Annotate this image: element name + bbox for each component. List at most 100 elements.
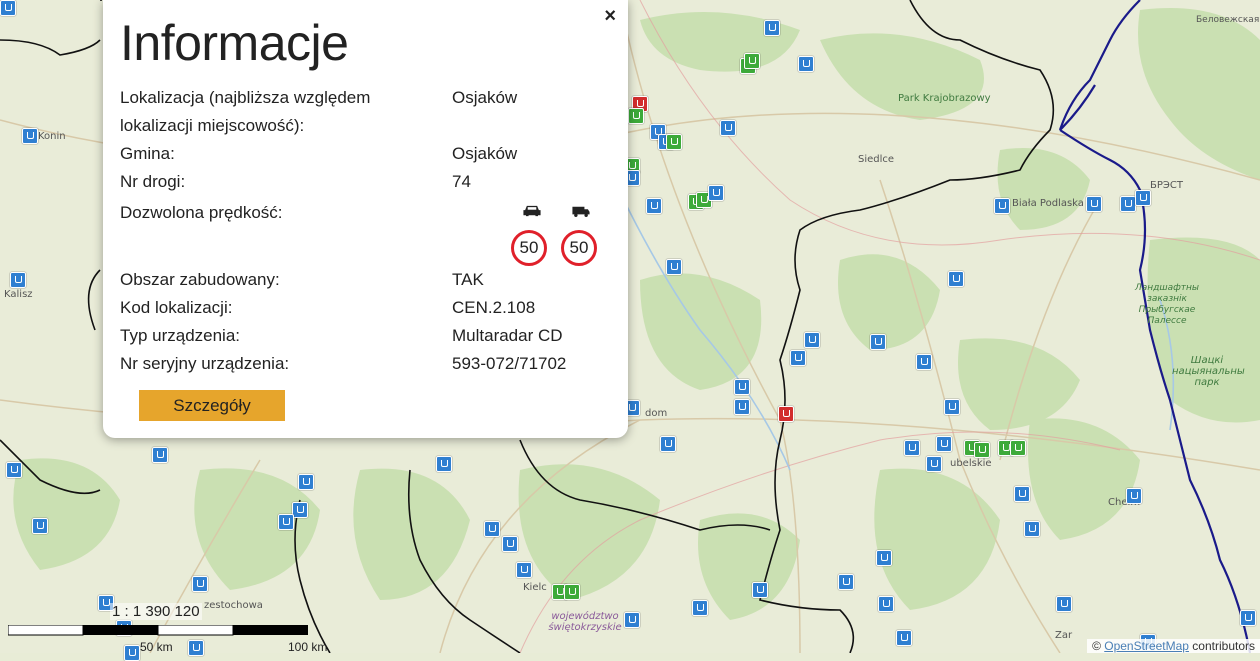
- camera-marker[interactable]: [22, 128, 38, 144]
- row-built-up-label: Obszar zabudowany:: [120, 270, 280, 289]
- place-label-park: Park Krajobrazowy: [898, 93, 991, 104]
- row-built-up-value: TAK: [452, 270, 484, 289]
- camera-marker[interactable]: [666, 134, 682, 150]
- camera-marker[interactable]: [564, 584, 580, 600]
- place-label-siedlce: Siedlce: [858, 154, 895, 165]
- camera-marker[interactable]: [974, 442, 990, 458]
- place-label-konin: Konin: [38, 131, 66, 142]
- place-label-belovezhskaya: Беловежская: [1196, 15, 1260, 25]
- camera-marker[interactable]: [1240, 610, 1256, 626]
- row-location: Lokalizacja (najbliższa względem lokaliz…: [120, 84, 610, 140]
- camera-marker[interactable]: [516, 562, 532, 578]
- scale-tick-50: 50 km: [140, 640, 173, 654]
- region-label-zakaznik: Ландшафтны заказнік Прыбугскае Палессе: [1134, 283, 1200, 326]
- camera-marker[interactable]: [1010, 440, 1026, 456]
- camera-marker[interactable]: [32, 518, 48, 534]
- camera-marker[interactable]: [878, 596, 894, 612]
- scale-tick-100: 100 km: [288, 640, 328, 654]
- camera-marker[interactable]: [708, 185, 724, 201]
- camera-marker[interactable]: [744, 53, 760, 69]
- camera-marker[interactable]: [484, 521, 500, 537]
- camera-marker[interactable]: [720, 120, 736, 136]
- details-button[interactable]: Szczegóły: [139, 390, 285, 421]
- camera-marker[interactable]: [896, 630, 912, 646]
- row-road-label: Nr drogi:: [120, 172, 186, 191]
- camera-marker[interactable]: [734, 399, 750, 415]
- speed-limit-truck-sign: 50: [561, 230, 597, 266]
- camera-marker[interactable]: [6, 462, 22, 478]
- camera-marker[interactable]: [790, 350, 806, 366]
- scale-bar: [8, 625, 308, 636]
- camera-marker[interactable]: [994, 198, 1010, 214]
- camera-marker[interactable]: [124, 645, 140, 661]
- camera-marker[interactable]: [1024, 521, 1040, 537]
- close-button[interactable]: ×: [604, 5, 616, 27]
- row-serial-label: Nr seryjny urządzenia:: [120, 354, 290, 373]
- row-location-code-label: Kod lokalizacji:: [120, 298, 233, 317]
- camera-marker[interactable]: [734, 379, 750, 395]
- region-label-shatsk: Шацкі нацыянальны парк: [1172, 355, 1245, 388]
- camera-marker[interactable]: [1135, 190, 1151, 206]
- camera-marker[interactable]: [0, 0, 16, 16]
- camera-marker[interactable]: [436, 456, 452, 472]
- camera-marker[interactable]: [764, 20, 780, 36]
- place-label-radom: dom: [645, 408, 668, 419]
- camera-marker[interactable]: [10, 272, 26, 288]
- camera-marker[interactable]: [926, 456, 942, 472]
- camera-marker[interactable]: [192, 576, 208, 592]
- camera-marker[interactable]: [1086, 196, 1102, 212]
- row-speed-label: Dozwolona prędkość:: [120, 203, 283, 222]
- row-device-type-value: Multaradar CD: [452, 326, 563, 345]
- camera-marker[interactable]: [660, 436, 676, 452]
- camera-marker[interactable]: [1056, 596, 1072, 612]
- info-popup: × Informacje Lokalizacja (najbliższa wzg…: [103, 0, 628, 438]
- truck-icon: [572, 206, 590, 217]
- camera-marker[interactable]: [798, 56, 814, 72]
- row-gmina-value: Osjaków: [452, 144, 518, 163]
- camera-marker[interactable]: [904, 440, 920, 456]
- camera-marker[interactable]: [624, 612, 640, 628]
- osm-link[interactable]: OpenStreetMap: [1104, 639, 1189, 653]
- camera-marker[interactable]: [936, 436, 952, 452]
- camera-marker[interactable]: [876, 550, 892, 566]
- camera-marker[interactable]: [188, 640, 204, 656]
- row-road-value: 74: [452, 172, 471, 191]
- row-location-code-value: CEN.2.108: [452, 298, 536, 317]
- car-icon: [523, 205, 541, 217]
- camera-marker[interactable]: [298, 474, 314, 490]
- place-label-czestochowa: zestochowa: [204, 600, 263, 611]
- camera-marker[interactable]: [646, 198, 662, 214]
- map-attribution: © OpenStreetMap contributors: [1087, 639, 1260, 653]
- popup-title: Informacje: [120, 15, 349, 71]
- place-label-brest: БРЭСТ: [1150, 180, 1183, 191]
- camera-marker[interactable]: [870, 334, 886, 350]
- row-device-type-label: Typ urządzenia:: [120, 326, 241, 345]
- camera-marker[interactable]: [838, 574, 854, 590]
- row-gmina-label: Gmina:: [120, 144, 175, 163]
- camera-marker[interactable]: [278, 514, 294, 530]
- camera-marker[interactable]: [916, 354, 932, 370]
- camera-marker[interactable]: [752, 582, 768, 598]
- camera-marker[interactable]: [292, 502, 308, 518]
- attribution-prefix: ©: [1092, 639, 1105, 653]
- place-label-zamosc: Zar: [1055, 630, 1073, 641]
- camera-marker[interactable]: [666, 259, 682, 275]
- camera-marker[interactable]: [692, 600, 708, 616]
- attribution-suffix: contributors: [1188, 639, 1255, 653]
- place-label-kalisz: Kalisz: [4, 289, 33, 300]
- camera-marker[interactable]: [1014, 486, 1030, 502]
- camera-marker[interactable]: [778, 406, 794, 422]
- camera-marker[interactable]: [804, 332, 820, 348]
- camera-marker[interactable]: [502, 536, 518, 552]
- camera-marker[interactable]: [944, 399, 960, 415]
- camera-marker[interactable]: [1126, 488, 1142, 504]
- camera-marker[interactable]: [948, 271, 964, 287]
- place-label-kielce: Kielc: [523, 582, 547, 593]
- camera-marker[interactable]: [152, 447, 168, 463]
- camera-marker[interactable]: [1120, 196, 1136, 212]
- place-label-biala-podlaska: Biała Podlaska: [1012, 198, 1084, 209]
- place-label-lubelskie: ubelskie: [950, 458, 992, 469]
- row-location-label: Lokalizacja (najbliższa względem lokaliz…: [120, 88, 371, 135]
- row-serial-value: 593-072/71702: [452, 354, 567, 373]
- camera-marker[interactable]: [628, 108, 644, 124]
